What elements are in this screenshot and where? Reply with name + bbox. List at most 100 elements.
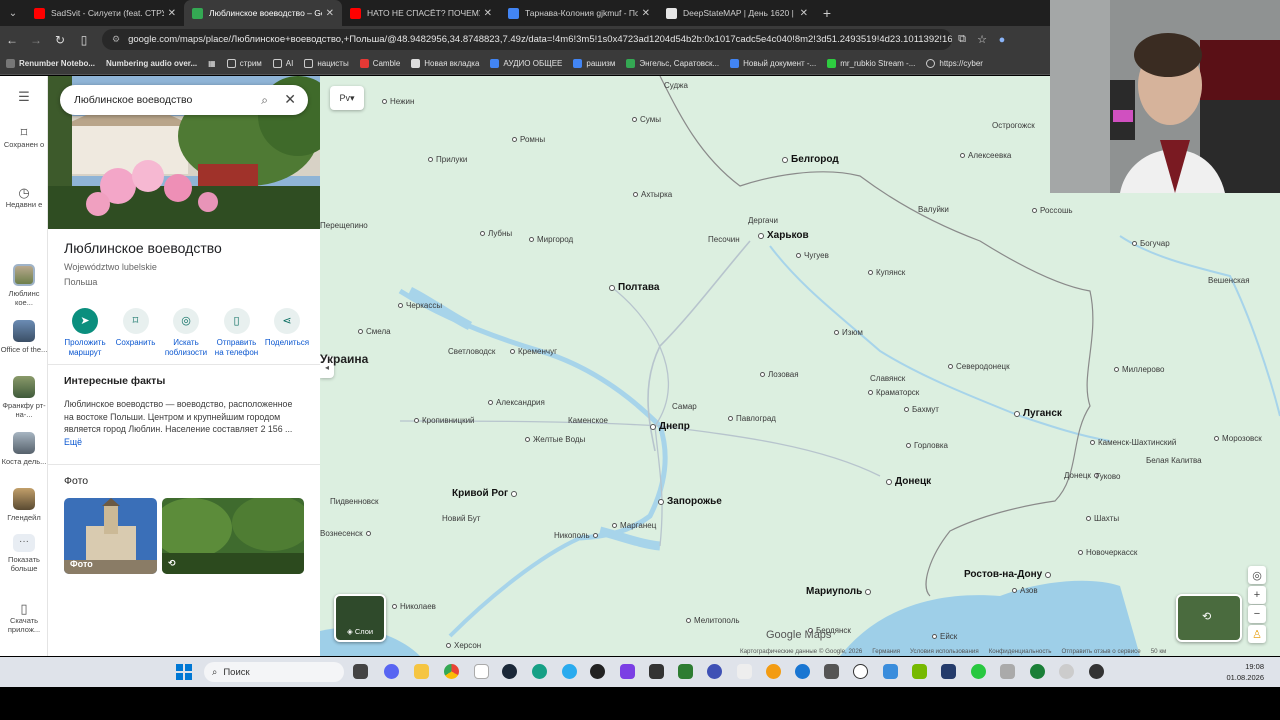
bookmark-new-doc[interactable]: Новый документ -... — [730, 59, 816, 68]
address-bar[interactable]: ⚙ google.com/maps/place/Люблинское+воево… — [102, 29, 952, 50]
taskbar-search[interactable]: ⌕ Поиск — [204, 662, 344, 682]
windows-start-icon[interactable] — [176, 664, 192, 680]
city-label[interactable]: Херсон — [446, 641, 481, 650]
snipping-icon[interactable] — [620, 664, 635, 679]
city-label[interactable]: Вознесенск — [320, 529, 374, 538]
photo-tile-town-hall[interactable]: Фото — [64, 498, 157, 574]
bookmark-more[interactable]: ▦ — [208, 59, 216, 68]
city-label[interactable]: Прилуки — [428, 155, 467, 164]
open-in-app-icon[interactable]: ⧉ — [952, 33, 972, 46]
city-label[interactable]: Чугуев — [796, 251, 829, 260]
city-label[interactable]: Песочин — [708, 235, 740, 244]
city-label[interactable]: Ахтырка — [633, 190, 672, 199]
vpn-icon[interactable] — [707, 664, 722, 679]
city-label[interactable]: Николаев — [392, 602, 436, 611]
task-view-icon[interactable] — [353, 664, 368, 679]
bookmark-renumber[interactable]: Renumber Notebo... — [6, 59, 95, 68]
footer-terms-link[interactable]: Условия использования — [910, 648, 979, 656]
city-label[interactable]: Новий Бут — [442, 514, 480, 523]
city-label[interactable]: Острогожск — [992, 121, 1035, 130]
city-label[interactable]: Морозовск — [1214, 434, 1262, 443]
rail-recent[interactable]: ◷ Недавни е — [0, 186, 48, 209]
chatgpt-icon[interactable] — [853, 664, 868, 679]
xbox-icon[interactable] — [1030, 664, 1045, 679]
city-label[interactable]: Перещепино — [320, 221, 368, 230]
footer-privacy-link[interactable]: Конфиденциальность — [989, 648, 1052, 656]
settings-icon[interactable] — [1059, 664, 1074, 679]
photo-tile-forest[interactable]: ⟲ — [162, 498, 304, 574]
diamond-app-icon[interactable] — [883, 664, 898, 679]
rail-glendale[interactable]: Глендейл — [0, 488, 48, 522]
close-icon[interactable]: ✕ — [284, 91, 296, 108]
extension-icon[interactable]: ● — [992, 34, 1012, 46]
new-tab-icon[interactable]: + — [816, 0, 838, 26]
chrome-icon[interactable] — [444, 664, 459, 679]
city-label[interactable]: Азов — [1012, 586, 1038, 595]
bookmark-nazis[interactable]: нацисты — [304, 59, 349, 68]
city-label[interactable]: Лубны — [480, 229, 512, 238]
tab-sadsvit[interactable]: SadSvit - Силуети (feat. СТРУКТУ ✕ — [26, 0, 184, 26]
city-label[interactable]: Белгород — [782, 154, 839, 165]
monitor-app-icon[interactable] — [941, 664, 956, 679]
bookmark-numbering[interactable]: Numbering audio over... — [106, 59, 197, 68]
terminal-icon[interactable] — [649, 664, 664, 679]
search-icon[interactable]: ⌕ — [261, 93, 268, 108]
rv-toggle-button[interactable]: Рv ▾ — [330, 86, 364, 110]
city-label[interactable]: Белая Калитва — [1146, 456, 1202, 465]
forward-icon[interactable]: → — [24, 33, 48, 47]
back-icon[interactable]: ← — [0, 33, 24, 47]
city-label[interactable]: Мариуполь — [806, 586, 874, 597]
layers-button[interactable]: ◈ Слои — [334, 594, 386, 642]
city-label[interactable]: Черкассы — [398, 301, 442, 310]
more-link[interactable]: Ещё — [64, 437, 82, 447]
street-view-thumbnail[interactable]: ⟲ — [1176, 594, 1242, 642]
reload-icon[interactable]: ↻ — [48, 33, 72, 47]
city-label[interactable]: Лозовая — [760, 370, 799, 379]
city-label[interactable]: Кременчуг — [510, 347, 557, 356]
city-label[interactable]: Миллерово — [1114, 365, 1164, 374]
city-label[interactable]: Харьков — [758, 230, 809, 241]
search-input[interactable]: Люблинское воеводство — [74, 94, 192, 106]
font-icon[interactable] — [737, 664, 752, 679]
bookmark-stream[interactable]: стрим — [226, 59, 262, 68]
utorrent-icon[interactable] — [971, 664, 986, 679]
zoom-out-button[interactable]: − — [1248, 605, 1266, 623]
bookmark-engels[interactable]: Энгельс, Саратовск... — [626, 59, 719, 68]
city-label[interactable]: Нежин — [382, 97, 414, 106]
my-location-button[interactable]: ◎ — [1248, 566, 1266, 584]
bookmark-new-tab[interactable]: Новая вкладка — [411, 59, 479, 68]
menu-icon[interactable]: ☰ — [0, 90, 48, 104]
sidebar-icon[interactable]: ▯ — [72, 33, 96, 47]
city-label[interactable]: Желтые Воды — [525, 435, 585, 444]
tab-deepstatemap[interactable]: DeepStateMAP | День 1620 | М ✕ — [658, 0, 816, 26]
city-label[interactable]: Самар — [672, 402, 697, 411]
footer-region[interactable]: Германия — [872, 648, 900, 656]
save-button[interactable]: ⌑ Сохранить — [111, 308, 161, 358]
scale-label[interactable]: 50 км — [1151, 648, 1167, 656]
city-label[interactable]: Купянск — [868, 268, 905, 277]
nearby-button[interactable]: ◎ Искать поблизости — [161, 308, 211, 358]
rail-office[interactable]: Office of the... — [0, 320, 48, 354]
epic-games-icon[interactable] — [824, 664, 839, 679]
rail-show-more[interactable]: ··· Показать больше — [0, 534, 48, 573]
steam-icon[interactable] — [502, 664, 517, 679]
bookmark-star-icon[interactable]: ☆ — [972, 33, 992, 46]
city-label[interactable]: Валуйки — [918, 205, 949, 214]
city-label[interactable]: Ейск — [932, 632, 957, 641]
city-label[interactable]: Полтава — [609, 282, 659, 293]
city-label[interactable]: Смела — [358, 327, 391, 336]
search-box[interactable]: Люблинское воеводство ⌕ ✕ — [60, 85, 308, 115]
notepad-icon[interactable] — [474, 664, 489, 679]
tab-tarnava[interactable]: Тарнава-Колония gjkmuf - По ✕ — [500, 0, 658, 26]
bookmark-ai[interactable]: AI — [272, 59, 293, 68]
bookmark-rashizm[interactable]: рашизм — [573, 59, 615, 68]
city-label[interactable]: Кривой Рог — [452, 488, 520, 499]
bookmark-camble[interactable]: Camble — [359, 59, 400, 68]
share-button[interactable]: ⋖ Поделиться — [262, 308, 312, 358]
city-label[interactable]: Мелитополь — [686, 616, 740, 625]
city-label[interactable]: Каменское — [568, 416, 608, 425]
discord-icon[interactable] — [384, 664, 399, 679]
city-label[interactable]: Сумы — [632, 115, 661, 124]
city-label[interactable]: Александрия — [488, 398, 545, 407]
city-label[interactable]: Луганск — [1014, 408, 1062, 419]
